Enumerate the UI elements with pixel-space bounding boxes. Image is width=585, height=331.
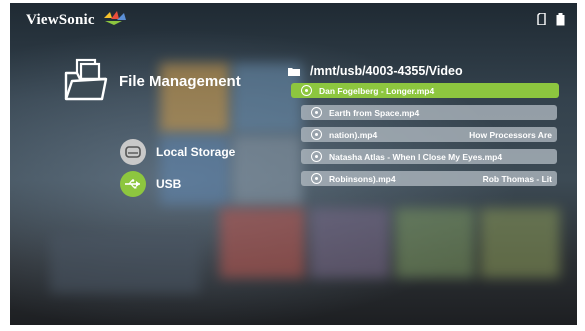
file-row[interactable]: Earth from Space.mp4: [301, 105, 557, 120]
source-local-storage[interactable]: Local Storage: [120, 139, 235, 165]
folder-documents-icon: [64, 58, 108, 101]
birds-logo-icon: [104, 11, 126, 25]
bg-tile: [395, 208, 475, 278]
page-title: File Management: [119, 73, 241, 90]
source-usb[interactable]: USB: [120, 171, 181, 197]
file-row[interactable]: Robinsons).mp4 Rob Thomas - Lit: [301, 171, 557, 186]
video-file-icon: [311, 173, 322, 184]
status-icons: [537, 13, 565, 26]
file-name: nation).mp4: [329, 129, 378, 140]
bg-tile: [50, 233, 200, 293]
video-file-icon: [301, 85, 312, 96]
file-name: Dan Fogelberg - Longer.mp4: [319, 85, 435, 96]
file-name-scroll-text: How Processors Are: [469, 129, 552, 140]
usb-icon: [120, 171, 146, 197]
file-name: Robinsons).mp4: [329, 173, 396, 184]
breadcrumb: /mnt/usb/4003-4355/Video: [288, 64, 463, 78]
video-file-icon: [311, 151, 322, 162]
sd-card-icon: [537, 13, 546, 25]
battery-icon: [556, 13, 565, 26]
file-row[interactable]: Natasha Atlas - When I Close My Eyes.mp4: [301, 149, 557, 164]
bg-tile: [480, 208, 560, 278]
projector-screen: ViewSonic File Management Local Storage: [10, 3, 577, 325]
hard-drive-icon: [120, 139, 146, 165]
video-file-icon: [311, 107, 322, 118]
file-row[interactable]: nation).mp4 How Processors Are: [301, 127, 557, 142]
source-label: Local Storage: [156, 145, 236, 159]
video-file-icon: [311, 129, 322, 140]
bg-tile: [220, 208, 305, 278]
bg-tile: [310, 208, 390, 278]
current-path: /mnt/usb/4003-4355/Video: [310, 64, 463, 78]
file-name: Natasha Atlas - When I Close My Eyes.mp4: [329, 151, 503, 162]
bg-tile: [232, 135, 302, 205]
file-row[interactable]: Dan Fogelberg - Longer.mp4: [291, 83, 559, 98]
file-name-scroll-text: Rob Thomas - Lit: [482, 173, 552, 184]
brand-logo: ViewSonic: [26, 12, 95, 28]
source-label: USB: [156, 177, 182, 191]
folder-icon: [288, 67, 300, 76]
file-name: Earth from Space.mp4: [329, 107, 420, 118]
